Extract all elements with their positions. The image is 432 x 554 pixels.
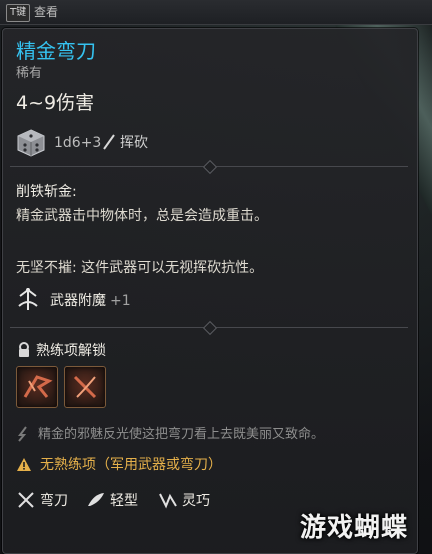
hotkey-badge: T键 <box>6 4 31 22</box>
ability-description: 精金武器击中物体时，总是会造成重击。 <box>16 208 268 224</box>
parry-skill-icon <box>73 375 97 399</box>
warning-icon <box>17 458 31 471</box>
enchant-bonus: +1 <box>110 293 131 309</box>
ability-title: 削铁斩金: <box>16 184 77 200</box>
finesse-icon <box>159 493 177 509</box>
feather-icon <box>88 493 104 506</box>
flavor-text: 精金的邪魅反光使这把弯刀看上去既美丽又致命。 <box>38 427 325 442</box>
proficiency-skill-slot-2[interactable] <box>64 366 106 408</box>
slash-skill-icon <box>23 375 53 398</box>
tag-light: 轻型 <box>110 493 138 509</box>
unbreakable-description: 无坚不摧: 这件武器可以无视挥砍抗性。 <box>16 260 264 276</box>
item-name: 精金弯刀 <box>16 39 96 63</box>
tag-scimitar: 弯刀 <box>40 493 68 509</box>
unlock-icon <box>19 342 29 357</box>
enchant-label: 武器附魔 <box>50 293 106 309</box>
item-rarity: 稀有 <box>16 66 43 81</box>
flavor-quote-icon <box>18 426 27 442</box>
top-bar: T键 查看 <box>0 0 432 25</box>
enchant-icon <box>18 288 38 310</box>
view-button[interactable]: 查看 <box>34 3 58 21</box>
proficiency-warning: 无熟练项（军用武器或弯刀） <box>40 457 222 473</box>
item-damage: 4~9伤害 <box>16 92 95 114</box>
crossed-blades-icon <box>18 492 34 508</box>
proficiency-unlock-title: 熟练项解锁 <box>36 343 106 359</box>
dice-icon <box>17 129 45 157</box>
damage-type: 挥砍 <box>120 135 148 151</box>
slashing-icon <box>103 134 115 150</box>
tag-finesse: 灵巧 <box>182 493 210 509</box>
enchantment: 武器附魔 +1 <box>50 292 131 310</box>
site-watermark: 游戏蝴蝶 <box>300 513 409 543</box>
proficiency-skill-slot-1[interactable] <box>16 366 58 408</box>
damage-dice: 1d6+3 <box>54 135 102 151</box>
